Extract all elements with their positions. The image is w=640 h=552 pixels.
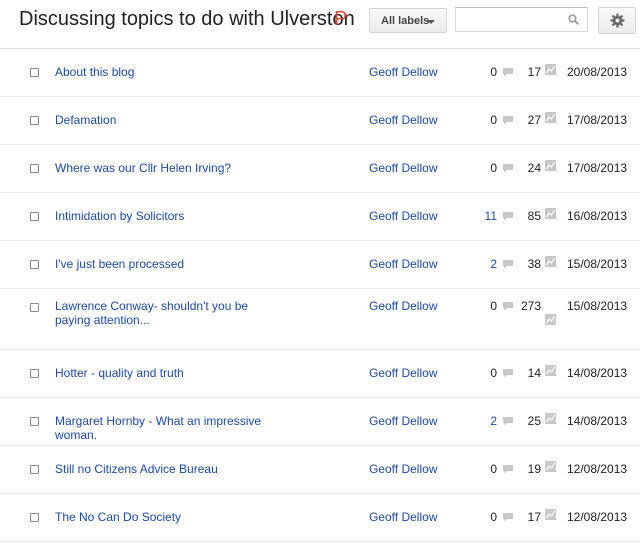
view-count: 19 (527, 462, 541, 476)
post-date: 12/08/2013 (567, 510, 628, 524)
author-link[interactable]: Geoff Dellow (369, 299, 437, 313)
comment-count: 0 (490, 299, 497, 313)
post-row: Lawrence Conway- shouldn't you be paying… (0, 289, 640, 350)
view-count: 25 (527, 414, 541, 428)
search-icon[interactable] (568, 14, 579, 25)
settings-button[interactable] (598, 7, 636, 34)
author-link[interactable]: Geoff Dellow (369, 209, 437, 223)
view-count: 17 (527, 65, 541, 79)
post-row: Still no Citizens Advice Bureau Geoff Del… (0, 446, 640, 494)
post-title-link[interactable]: Where was our Cllr Helen Irving? (55, 161, 285, 175)
stats-chart-icon (545, 413, 556, 424)
blog-title: Discussing topics to do with Ulverston (19, 8, 355, 30)
stats-chart-icon (545, 365, 556, 376)
author-link[interactable]: Geoff Dellow (369, 161, 437, 175)
post-title-link[interactable]: Intimidation by Solicitors (55, 209, 285, 223)
post-row: Margaret Hornby - What an impressive wom… (0, 398, 640, 446)
select-checkbox[interactable] (30, 303, 39, 312)
author-link[interactable]: Geoff Dellow (369, 462, 437, 476)
post-date: 14/08/2013 (567, 366, 628, 380)
view-count: 27 (527, 113, 541, 127)
select-checkbox[interactable] (30, 260, 39, 269)
author-link[interactable]: Geoff Dellow (369, 113, 437, 127)
post-date: 12/08/2013 (567, 462, 628, 476)
post-date: 15/08/2013 (567, 257, 628, 271)
section-title[interactable]: Posts (334, 8, 348, 31)
view-count: 14 (527, 366, 541, 380)
post-date: 16/08/2013 (567, 209, 628, 223)
select-checkbox[interactable] (30, 116, 39, 125)
post-title-link[interactable]: I've just been processed (55, 257, 285, 271)
comment-count[interactable]: 11 (473, 209, 497, 223)
post-title-link[interactable]: The No Can Do Society (55, 510, 285, 524)
post-date: 14/08/2013 (567, 414, 628, 428)
select-checkbox[interactable] (30, 465, 39, 474)
comment-count: 0 (490, 462, 497, 476)
posts-list: About this blog Geoff Dellow 0 17 20/08/2013… (0, 49, 640, 542)
author-link[interactable]: Geoff Dellow (369, 257, 437, 271)
post-row: Where was our Cllr Helen Irving? Geoff De… (0, 145, 640, 193)
comment-count: 0 (490, 366, 497, 380)
top-bar: Discussing topics to do with Ulverston ·… (0, 0, 640, 49)
comment-count: 0 (490, 65, 497, 79)
comment-count: 0 (490, 161, 497, 175)
gear-icon (610, 13, 625, 28)
stats-chart-icon (545, 509, 556, 520)
post-title-link[interactable]: Defamation (55, 113, 285, 127)
stats-chart-icon (545, 256, 556, 267)
stats-chart-icon (545, 64, 556, 75)
select-checkbox[interactable] (30, 369, 39, 378)
select-checkbox[interactable] (30, 417, 39, 426)
chevron-down-icon (427, 20, 435, 24)
comment-count[interactable]: 2 (473, 414, 497, 428)
author-link[interactable]: Geoff Dellow (369, 510, 437, 524)
post-row: The No Can Do Society Geoff Dellow 0 17 12/0… (0, 494, 640, 542)
view-count: 273 (520, 299, 541, 313)
post-row: Defamation Geoff Dellow 0 27 17/08/2013 (0, 97, 640, 145)
labels-filter-dropdown[interactable]: All labels (369, 8, 447, 33)
search-box[interactable] (455, 7, 588, 32)
post-date: 17/08/2013 (567, 113, 628, 127)
comment-count: 0 (490, 510, 497, 524)
view-count: 85 (527, 209, 541, 223)
view-count: 17 (527, 510, 541, 524)
post-row: Hotter - quality and truth Geoff Dellow 0 1… (0, 350, 640, 398)
post-title-link[interactable]: Hotter - quality and truth (55, 366, 285, 380)
post-date: 17/08/2013 (567, 161, 628, 175)
search-input[interactable] (456, 8, 568, 31)
post-row: Intimidation by Solicitors Geoff Dellow 11… (0, 193, 640, 241)
stats-chart-icon (545, 112, 556, 123)
select-checkbox[interactable] (30, 513, 39, 522)
title-separator: · (318, 10, 324, 27)
post-title-link[interactable]: About this blog (55, 65, 285, 79)
post-date: 20/08/2013 (567, 65, 628, 79)
author-link[interactable]: Geoff Dellow (369, 414, 437, 428)
stats-chart-icon (545, 461, 556, 472)
comment-count: 0 (490, 113, 497, 127)
stats-chart-icon (545, 208, 556, 219)
labels-filter-label: All labels (381, 15, 430, 27)
view-count: 38 (527, 257, 541, 271)
post-row: About this blog Geoff Dellow 0 17 20/08/2013 (0, 49, 640, 97)
author-link[interactable]: Geoff Dellow (369, 366, 437, 380)
select-checkbox[interactable] (30, 164, 39, 173)
stats-chart-icon (545, 314, 556, 325)
select-checkbox[interactable] (30, 68, 39, 77)
post-title-link[interactable]: Still no Citizens Advice Bureau (55, 462, 285, 476)
view-count: 24 (527, 161, 541, 175)
stats-chart-icon (545, 160, 556, 171)
post-date: 15/08/2013 (567, 299, 628, 313)
comment-count[interactable]: 2 (473, 257, 497, 271)
select-checkbox[interactable] (30, 212, 39, 221)
post-row: I've just been processed Geoff Dellow 2 38 1… (0, 241, 640, 289)
post-title-link[interactable]: Lawrence Conway- shouldn't you be paying… (55, 299, 285, 327)
post-title-link[interactable]: Margaret Hornby - What an impressive wom… (55, 414, 285, 442)
author-link[interactable]: Geoff Dellow (369, 65, 437, 79)
